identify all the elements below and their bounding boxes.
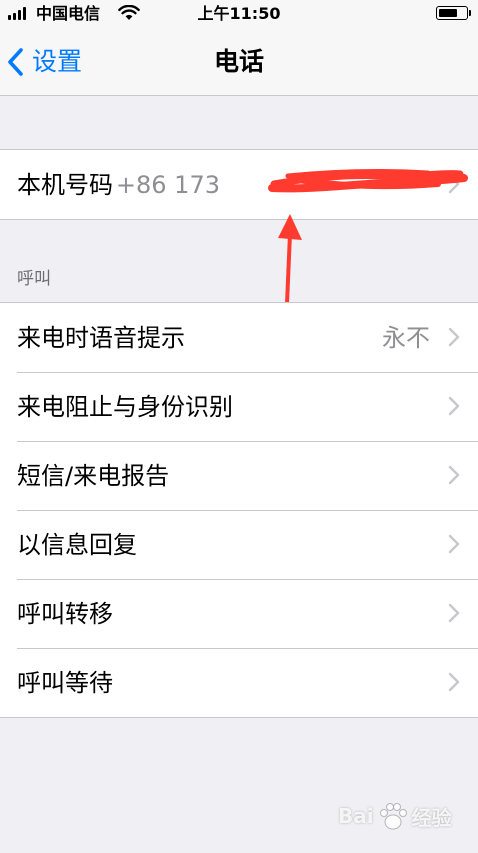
my-number-row[interactable]: 本机号码 +86 173 [0, 150, 478, 219]
calls-row-sms-report[interactable]: 短信/来电报告 [0, 441, 478, 510]
row-label: 呼叫等待 [17, 668, 113, 697]
chevron-right-icon [448, 396, 460, 416]
row-label: 以信息回复 [17, 530, 137, 559]
row-label: 来电阻止与身份识别 [17, 392, 233, 421]
my-number-value: +86 173 [115, 170, 220, 199]
chevron-right-icon [448, 465, 460, 485]
baidu-watermark: Bai 经验 [338, 796, 458, 836]
chevron-right-icon [448, 672, 460, 692]
status-bar: 中国电信 上午11:50 [0, 0, 478, 28]
calls-row-blocking[interactable]: 来电阻止与身份识别 [0, 372, 478, 441]
page-title: 电话 [213, 47, 264, 76]
chevron-right-icon [448, 603, 460, 623]
row-label: 短信/来电报告 [17, 461, 170, 490]
calls-row-forwarding[interactable]: 呼叫转移 [0, 579, 478, 648]
calls-row-announce[interactable]: 来电时语音提示 永不 [0, 303, 478, 372]
baidu-paw-icon [379, 803, 407, 830]
my-number-label: 本机号码 [17, 170, 113, 199]
battery-cap [469, 10, 471, 16]
battery-level-fill [439, 9, 457, 17]
chevron-right-icon [448, 327, 460, 347]
navigation-bar: 设置 电话 [0, 28, 478, 96]
calls-group: 来电时语音提示 永不 来电阻止与身份识别 短信/来电报告 以信息回复 呼叫转移 … [0, 302, 478, 718]
watermark-left-text: Bai [338, 804, 374, 828]
my-number-group: 本机号码 +86 173 [0, 149, 478, 220]
row-label: 呼叫转移 [17, 599, 113, 628]
row-value: 永不 [382, 323, 430, 352]
chevron-right-icon [448, 174, 460, 194]
calls-row-waiting[interactable]: 呼叫等待 [0, 648, 478, 717]
chevron-right-icon [448, 534, 460, 554]
status-time: 上午11:50 [197, 4, 281, 23]
row-label: 来电时语音提示 [17, 323, 185, 352]
battery-icon [436, 6, 468, 20]
watermark-right-text: 经验 [411, 805, 452, 830]
section-header-calls: 呼叫 [17, 269, 51, 289]
calls-row-reply-message[interactable]: 以信息回复 [0, 510, 478, 579]
